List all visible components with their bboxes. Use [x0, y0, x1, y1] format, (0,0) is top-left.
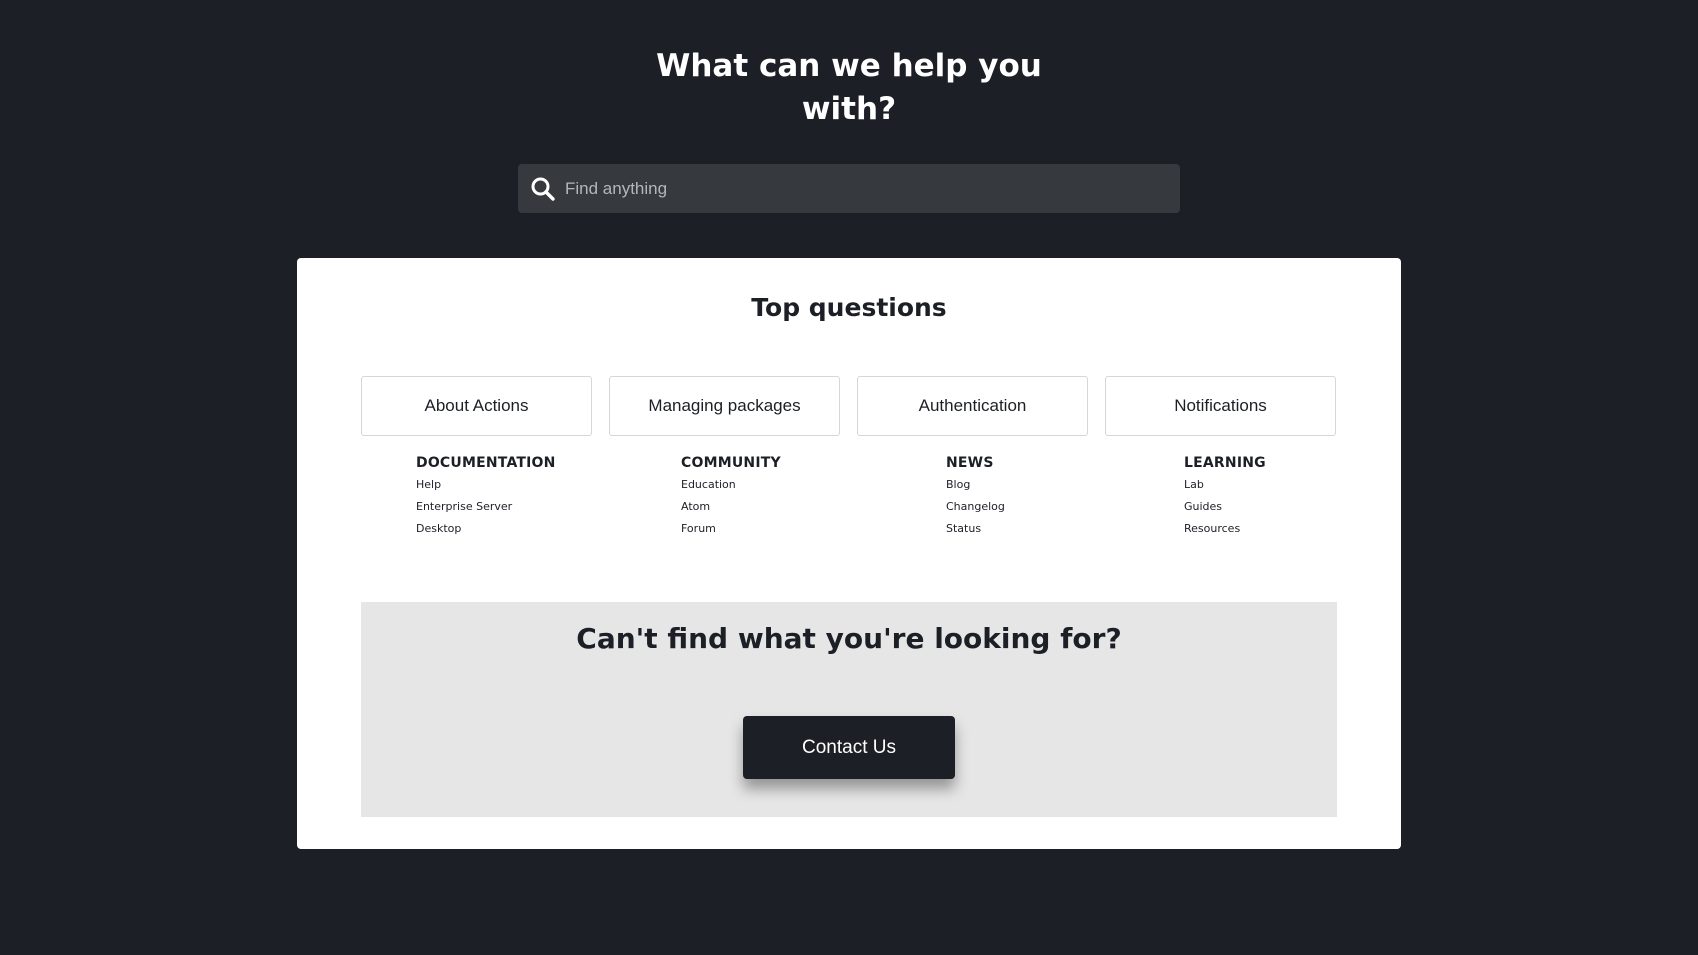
link-resources[interactable]: Resources	[1184, 518, 1266, 540]
link-column-community: COMMUNITY Education Atom Forum	[681, 454, 781, 540]
link-forum[interactable]: Forum	[681, 518, 781, 540]
top-questions-title: Top questions	[751, 293, 947, 322]
contact-title: Can't find what you're looking for?	[576, 622, 1122, 655]
link-column-title: NEWS	[946, 455, 994, 471]
link-help[interactable]: Help	[416, 474, 556, 496]
contact-us-button[interactable]: Contact Us	[743, 716, 955, 779]
search-icon	[531, 177, 555, 201]
link-column-learning: LEARNING Lab Guides Resources	[1184, 454, 1266, 540]
question-authentication[interactable]: Authentication	[857, 376, 1088, 436]
link-enterprise-server[interactable]: Enterprise Server	[416, 496, 556, 518]
link-column-title: DOCUMENTATION	[416, 455, 556, 471]
link-column-news: NEWS Blog Changelog Status	[946, 454, 1005, 540]
question-notifications[interactable]: Notifications	[1105, 376, 1336, 436]
link-column-title: LEARNING	[1184, 455, 1266, 471]
search-input[interactable]	[565, 164, 1165, 213]
link-desktop[interactable]: Desktop	[416, 518, 556, 540]
link-atom[interactable]: Atom	[681, 496, 781, 518]
question-about-actions[interactable]: About Actions	[361, 376, 592, 436]
hero-title-line2: with?	[801, 91, 897, 127]
question-label: Managing packages	[648, 396, 801, 415]
hero-title-line1: What can we help you	[656, 48, 1042, 84]
question-managing-packages[interactable]: Managing packages	[609, 376, 840, 436]
question-label: About Actions	[424, 396, 529, 415]
search-box[interactable]	[518, 164, 1180, 213]
link-status[interactable]: Status	[946, 518, 1005, 540]
link-blog[interactable]: Blog	[946, 474, 1005, 496]
link-education[interactable]: Education	[681, 474, 781, 496]
link-column-title: COMMUNITY	[681, 455, 781, 471]
link-guides[interactable]: Guides	[1184, 496, 1266, 518]
question-label: Notifications	[1174, 396, 1267, 415]
link-column-documentation: DOCUMENTATION Help Enterprise Server Des…	[416, 454, 556, 540]
link-lab[interactable]: Lab	[1184, 474, 1266, 496]
hero-title: What can we help you with?	[0, 45, 1698, 131]
link-changelog[interactable]: Changelog	[946, 496, 1005, 518]
question-label: Authentication	[918, 396, 1027, 415]
